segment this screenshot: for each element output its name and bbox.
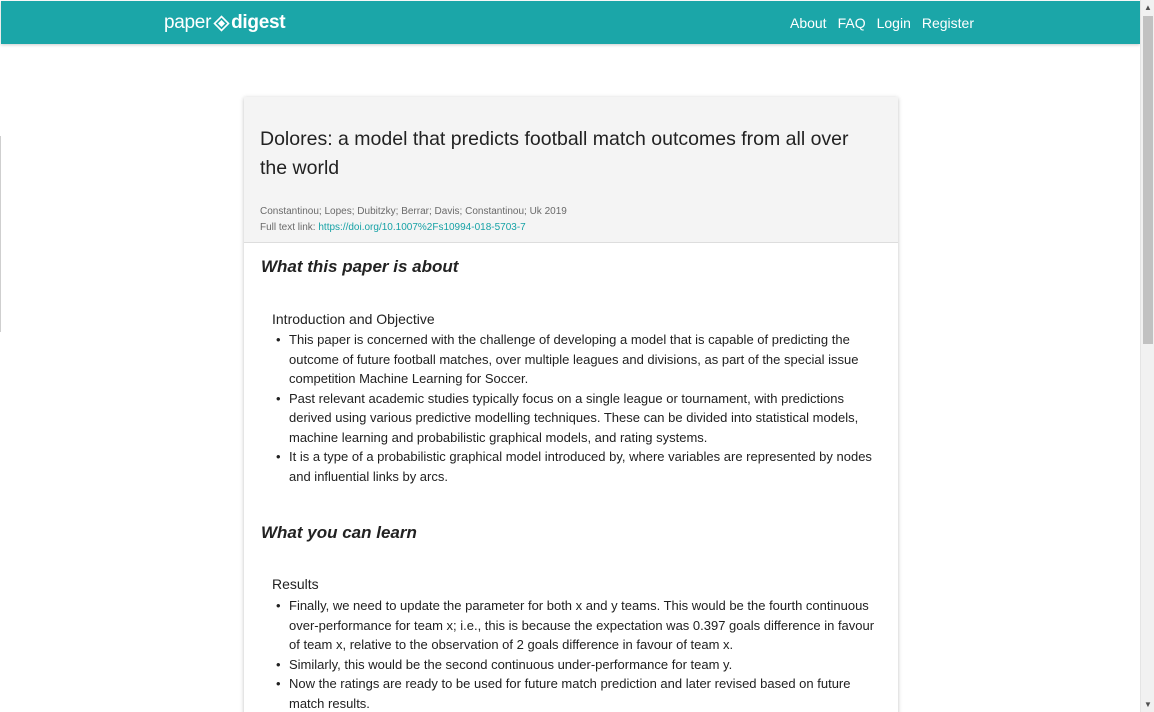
section-heading-about: What this paper is about — [261, 257, 459, 276]
fulltext-label: Full text link: — [260, 221, 316, 233]
paper-header: Dolores: a model that predicts football … — [244, 97, 898, 243]
list-item: Finally, we need to update the parameter… — [272, 596, 884, 655]
list-item: Similarly, this would be the second cont… — [272, 655, 884, 675]
fulltext-link[interactable]: https://doi.org/10.1007%2Fs10994-018-570… — [318, 222, 525, 233]
chevron-up-icon[interactable]: ▲ — [1141, 0, 1154, 15]
section-heading-learn: What you can learn — [261, 523, 417, 542]
diamond-logo-icon — [213, 14, 230, 32]
nav-login[interactable]: Login — [877, 15, 911, 31]
brand-logo[interactable]: paper digest — [164, 10, 286, 36]
results-bullets: Finally, we need to update the parameter… — [272, 596, 884, 712]
chevron-down-icon[interactable]: ▼ — [1141, 697, 1154, 712]
subheading-results: Results — [272, 576, 319, 592]
brand-text-light: paper — [164, 12, 212, 33]
paper-meta: Constantinou; Lopes; Dubitzky; Berrar; D… — [260, 204, 567, 235]
nav-about[interactable]: About — [790, 15, 827, 31]
vertical-scrollbar[interactable]: ▲ ▼ — [1140, 0, 1154, 712]
scrollbar-thumb[interactable] — [1143, 16, 1153, 344]
list-item: It is a type of a probabilistic graphica… — [272, 447, 884, 486]
list-item: Now the ratings are ready to be used for… — [272, 674, 884, 712]
list-item: This paper is concerned with the challen… — [272, 330, 884, 389]
brand-text-bold: digest — [231, 12, 286, 33]
nav-faq[interactable]: FAQ — [838, 15, 866, 31]
window-edge — [0, 136, 1, 332]
nav-links: About FAQ Login Register — [790, 1, 974, 44]
fulltext-row: Full text link: https://doi.org/10.1007%… — [260, 220, 567, 236]
paper-title: Dolores: a model that predicts football … — [260, 128, 849, 179]
paper-authors: Constantinou; Lopes; Dubitzky; Berrar; D… — [260, 206, 567, 217]
nav-register[interactable]: Register — [922, 15, 974, 31]
navbar: paper digest About FAQ Login Register — [1, 1, 1140, 44]
paper-card: Dolores: a model that predicts football … — [244, 97, 898, 712]
about-bullets: This paper is concerned with the challen… — [272, 330, 884, 486]
list-item: Past relevant academic studies typically… — [272, 389, 884, 448]
subheading-introduction: Introduction and Objective — [272, 311, 435, 327]
